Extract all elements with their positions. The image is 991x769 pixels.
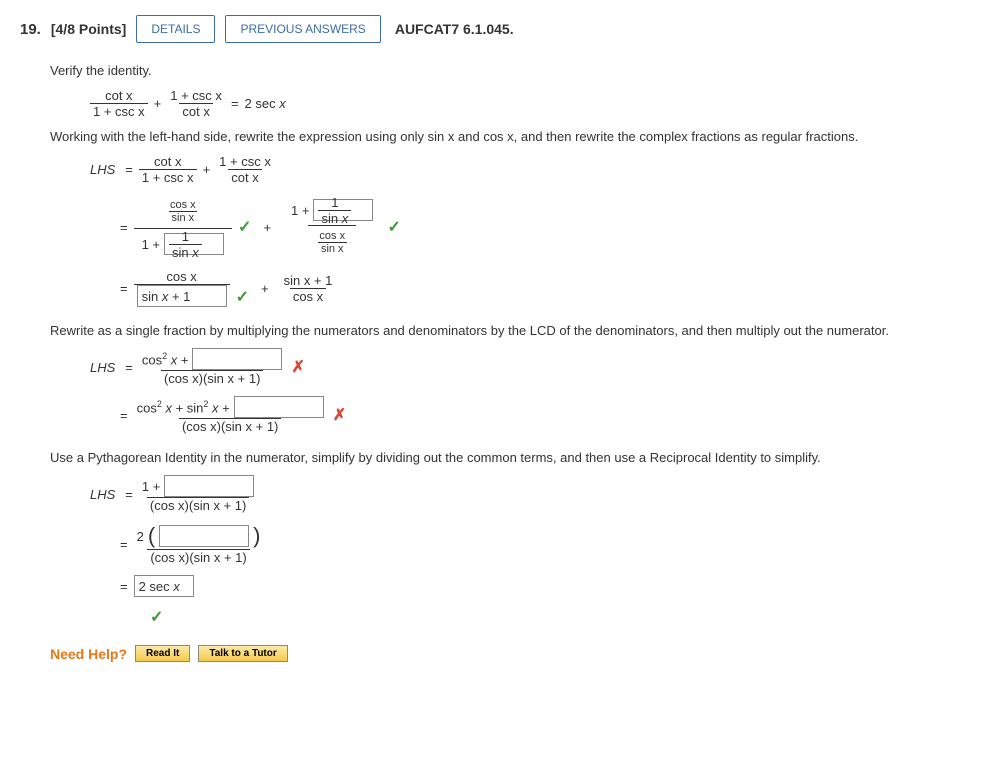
previous-answers-button[interactable]: PREVIOUS ANSWERS xyxy=(225,15,380,43)
frac-num: cot x xyxy=(102,88,135,103)
answer-input[interactable]: 2 sec x xyxy=(134,575,194,597)
frac-den: (cos x)(sin x + 1) xyxy=(179,418,281,434)
frac-den: cot x xyxy=(228,169,261,185)
identity-equation: cot x 1 + csc x + 1 + csc x cot x = 2 se… xyxy=(90,88,971,119)
pythag-step1: LHS = 1 + (cos x)(sin x + 1) xyxy=(90,475,971,513)
cross-icon: ✗ xyxy=(333,405,346,425)
answer-input[interactable]: 1 sin x xyxy=(313,199,373,221)
answer-input[interactable] xyxy=(159,525,249,547)
frac-num: cos x xyxy=(163,269,199,284)
check-icon: ✓ xyxy=(236,287,249,307)
question-number: 19. xyxy=(20,21,41,38)
plus-sign: + xyxy=(261,281,269,296)
question-header: 19. [4/8 Points] DETAILS PREVIOUS ANSWER… xyxy=(20,15,971,43)
check-icon: ✓ xyxy=(387,217,400,237)
equals-sign: = xyxy=(125,360,133,375)
plus-sign: + xyxy=(154,96,162,111)
frac-den: 1 + csc x xyxy=(139,169,197,185)
frac-num: sin x + 1 xyxy=(281,273,336,288)
cos2-sin2-plus-text: cos2 x + sin2 x + xyxy=(137,399,230,415)
frac-den: (cos x)(sin x + 1) xyxy=(147,497,249,513)
frac-den: 1 + csc x xyxy=(90,103,148,119)
working-instruction: Working with the left-hand side, rewrite… xyxy=(50,129,971,144)
frac-den: cos x xyxy=(290,288,326,304)
final-step: = 2 sec x xyxy=(120,575,971,597)
open-paren: ( xyxy=(148,523,155,549)
plus-sign: + xyxy=(263,220,271,235)
need-help-label: Need Help? xyxy=(50,646,127,662)
question-content: Verify the identity. cot x 1 + csc x + 1… xyxy=(50,63,971,662)
lhs-label: LHS xyxy=(90,487,115,502)
equals-sign: = xyxy=(125,487,133,502)
one-plus-text: 1 + xyxy=(142,479,160,494)
question-reference: AUFCAT7 6.1.045. xyxy=(395,21,514,37)
pythag-instruction: Use a Pythagorean Identity in the numera… xyxy=(50,450,971,465)
lhs-label: LHS xyxy=(90,162,115,177)
cos2-plus-text: cos2 x + xyxy=(142,351,189,367)
answer-input[interactable]: 1 sin x xyxy=(164,233,224,255)
lhs-step1: LHS = cot x 1 + csc x + 1 + csc x cot x xyxy=(90,154,971,185)
input-value: 2 sec x xyxy=(139,579,180,594)
frac-num: cot x xyxy=(151,154,184,169)
pythag-step2: = 2 ( ) (cos x)(sin x + 1) xyxy=(120,523,971,565)
equals-sign: = xyxy=(125,162,133,177)
input-value-num: 1 xyxy=(179,229,192,244)
input-value-den: sin x xyxy=(169,244,202,260)
answer-input[interactable] xyxy=(192,348,282,370)
frac-num: cos x xyxy=(316,230,348,242)
talk-to-tutor-button[interactable]: Talk to a Tutor xyxy=(198,645,287,662)
one-plus-text: 1 + xyxy=(291,203,309,218)
single-fraction-step2: = cos2 x + sin2 x + (cos x)(sin x + 1) ✗ xyxy=(120,396,971,434)
equals-sign: = xyxy=(231,96,239,111)
answer-input[interactable]: sin x + 1 xyxy=(137,285,227,307)
verify-prompt: Verify the identity. xyxy=(50,63,971,78)
equals-sign: = xyxy=(120,579,128,594)
frac-den: sin x xyxy=(318,242,347,255)
frac-den: (cos x)(sin x + 1) xyxy=(161,370,263,386)
details-button[interactable]: DETAILS xyxy=(136,15,215,43)
equals-sign: = xyxy=(120,408,128,423)
two-text: 2 xyxy=(137,529,144,544)
input-value-den: sin x xyxy=(318,210,351,226)
frac-den: cot x xyxy=(179,103,212,119)
cross-icon: ✗ xyxy=(291,357,304,377)
answer-input[interactable] xyxy=(234,396,324,418)
close-paren: ) xyxy=(253,523,260,549)
single-fraction-step1: LHS = cos2 x + (cos x)(sin x + 1) ✗ xyxy=(90,348,971,386)
frac-num: 1 + csc x xyxy=(216,154,274,169)
simplified-fraction-step: = cos x sin x + 1 ✓ + sin x + 1 cos x xyxy=(120,269,971,307)
one-plus-text: 1 + xyxy=(142,237,160,252)
complex-fraction-step: = cos x sin x 1 + 1 sin x ✓ + xyxy=(120,195,971,259)
read-it-button[interactable]: Read It xyxy=(135,645,190,662)
frac-den: (cos x)(sin x + 1) xyxy=(147,549,249,565)
lhs-label: LHS xyxy=(90,360,115,375)
input-value-num: 1 xyxy=(328,195,341,210)
check-icon: ✓ xyxy=(238,217,251,237)
equals-sign: = xyxy=(120,537,128,552)
rhs-text: 2 sec x xyxy=(245,96,286,111)
equals-sign: = xyxy=(120,220,128,235)
check-icon: ✓ xyxy=(150,609,163,626)
help-row: Need Help? Read It Talk to a Tutor xyxy=(50,645,971,662)
equals-sign: = xyxy=(120,281,128,296)
points-label: [4/8 Points] xyxy=(51,21,126,37)
frac-den: sin x xyxy=(169,211,198,224)
frac-num: cos x xyxy=(167,199,199,211)
plus-sign: + xyxy=(203,162,211,177)
input-value: sin x + 1 xyxy=(142,289,191,304)
rewrite-instruction: Rewrite as a single fraction by multiply… xyxy=(50,323,971,338)
answer-input[interactable] xyxy=(164,475,254,497)
frac-num: 1 + csc x xyxy=(167,88,225,103)
